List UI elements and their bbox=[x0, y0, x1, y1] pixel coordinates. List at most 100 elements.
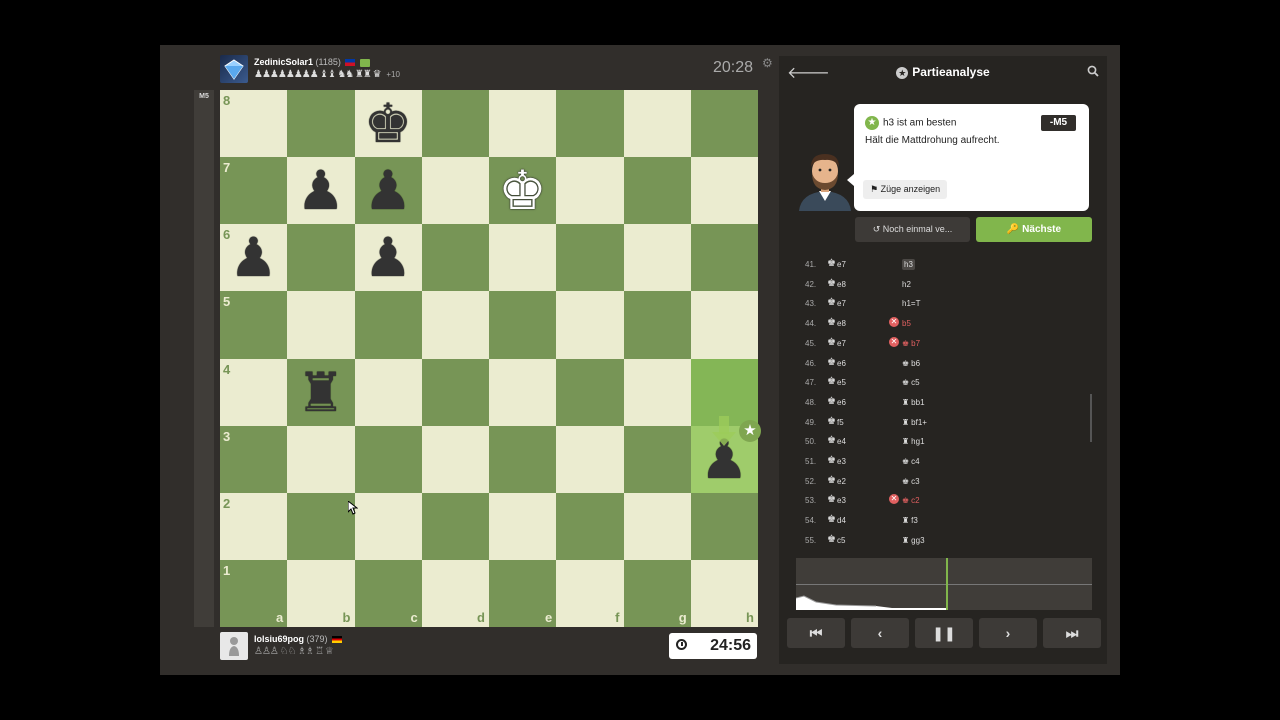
square-h8[interactable] bbox=[690, 90, 758, 158]
square-b7[interactable]: ♟ bbox=[287, 157, 355, 225]
square-d2[interactable] bbox=[421, 492, 489, 560]
square-h6[interactable] bbox=[690, 224, 758, 292]
black-pawn-b7-icon[interactable]: ♟ bbox=[287, 157, 354, 224]
square-c1[interactable]: c bbox=[354, 559, 422, 627]
first-move-button[interactable]: ⏮ bbox=[787, 618, 845, 648]
black-pawn-c7-icon[interactable]: ♟ bbox=[355, 157, 422, 224]
square-f3[interactable] bbox=[556, 425, 624, 493]
square-d8[interactable] bbox=[421, 90, 489, 158]
move-row[interactable]: 55. ♚ c5 ♜ gg3 bbox=[787, 530, 1092, 550]
black-pawn-a6-icon[interactable]: ♟ bbox=[220, 224, 287, 291]
move-row[interactable]: 52. ♚ e2 ♚ c3 bbox=[787, 471, 1092, 491]
square-d1[interactable]: d bbox=[421, 559, 489, 627]
square-c8[interactable]: ♚ bbox=[354, 90, 422, 158]
white-move[interactable]: e7 bbox=[837, 299, 846, 308]
move-row[interactable]: 41. ♚ e7 h3 bbox=[787, 254, 1092, 274]
square-g1[interactable]: g bbox=[623, 559, 691, 627]
square-a2[interactable]: 2 bbox=[220, 492, 288, 560]
white-move[interactable]: d4 bbox=[837, 516, 846, 525]
previous-move-button[interactable]: ‹ bbox=[851, 618, 909, 648]
square-a6[interactable]: 6 ♟ bbox=[220, 224, 288, 292]
square-b6[interactable] bbox=[287, 224, 355, 292]
white-move[interactable]: e5 bbox=[837, 378, 846, 387]
square-f1[interactable]: f bbox=[556, 559, 624, 627]
black-rook-b4-icon[interactable]: ♜ bbox=[287, 359, 354, 426]
black-move[interactable]: b5 bbox=[902, 319, 911, 328]
move-row[interactable]: 47. ♚ e5 ♚ c5 bbox=[787, 372, 1092, 392]
square-g4[interactable] bbox=[623, 358, 691, 426]
square-h2[interactable] bbox=[690, 492, 758, 560]
square-f4[interactable] bbox=[556, 358, 624, 426]
move-row[interactable]: 48. ♚ e6 ♜ bb1 bbox=[787, 392, 1092, 412]
square-a7[interactable]: 7 bbox=[220, 157, 288, 225]
black-move[interactable]: ♚ c2 bbox=[902, 496, 920, 505]
square-a3[interactable]: 3 bbox=[220, 425, 288, 493]
black-move[interactable]: ♚ c5 bbox=[902, 378, 920, 387]
last-move-button[interactable]: ⏭ bbox=[1043, 618, 1101, 648]
white-move[interactable]: f5 bbox=[837, 418, 844, 427]
square-f5[interactable] bbox=[556, 291, 624, 359]
square-f6[interactable] bbox=[556, 224, 624, 292]
next-move-button[interactable]: › bbox=[979, 618, 1037, 648]
white-move[interactable]: e4 bbox=[837, 437, 846, 446]
pause-button[interactable]: ❚❚ bbox=[915, 618, 973, 648]
move-list-scrollbar[interactable] bbox=[1090, 394, 1092, 442]
square-b3[interactable] bbox=[287, 425, 355, 493]
black-move[interactable]: ♜ bb1 bbox=[902, 398, 925, 407]
move-row[interactable]: 42. ♚ e8 h2 bbox=[787, 274, 1092, 294]
square-a4[interactable]: 4 bbox=[220, 358, 288, 426]
black-move[interactable]: ♜ hg1 bbox=[902, 437, 925, 446]
square-b8[interactable] bbox=[287, 90, 355, 158]
square-h3[interactable]: ♟ ★ bbox=[690, 415, 761, 493]
black-pawn-c6-icon[interactable]: ♟ bbox=[355, 224, 422, 291]
square-f8[interactable] bbox=[556, 90, 624, 158]
black-move[interactable]: ♚ c3 bbox=[902, 477, 920, 486]
square-g8[interactable] bbox=[623, 90, 691, 158]
show-moves-button[interactable]: ⚑ Züge anzeigen bbox=[863, 180, 948, 199]
square-c4[interactable] bbox=[354, 358, 422, 426]
square-d7[interactable] bbox=[421, 157, 489, 225]
white-move[interactable]: e3 bbox=[837, 496, 846, 505]
square-f7[interactable] bbox=[556, 157, 624, 225]
evaluation-graph[interactable] bbox=[796, 558, 1092, 610]
top-player-avatar[interactable] bbox=[220, 55, 248, 83]
white-king-icon[interactable]: ♚ bbox=[489, 157, 556, 224]
black-move[interactable]: ♚ b7 bbox=[902, 339, 920, 348]
square-e1[interactable]: e bbox=[489, 559, 557, 627]
move-row[interactable]: 53. ♚ e3 ✕ ♚ c2 bbox=[787, 490, 1092, 510]
black-move[interactable]: ♜ bf1+ bbox=[902, 418, 927, 427]
square-f2[interactable] bbox=[556, 492, 624, 560]
white-move[interactable]: e7 bbox=[837, 260, 846, 269]
square-b2[interactable] bbox=[287, 492, 355, 560]
square-e5[interactable] bbox=[489, 291, 557, 359]
move-row[interactable]: 44. ♚ e8 ✕ b5 bbox=[787, 313, 1092, 333]
square-a8[interactable]: 8 bbox=[220, 90, 288, 158]
square-e2[interactable] bbox=[489, 492, 557, 560]
square-h7[interactable] bbox=[690, 157, 758, 225]
square-a1[interactable]: 1a bbox=[220, 559, 288, 627]
search-icon[interactable] bbox=[1087, 64, 1099, 77]
move-row[interactable]: 43. ♚ e7 h1=T bbox=[787, 293, 1092, 313]
bottom-player-name[interactable]: lolsiu69pog bbox=[254, 634, 304, 644]
square-d3[interactable] bbox=[421, 425, 489, 493]
square-b4[interactable]: ♜ bbox=[287, 358, 355, 426]
white-move[interactable]: e3 bbox=[837, 457, 846, 466]
move-row[interactable]: 50. ♚ e4 ♜ hg1 bbox=[787, 431, 1092, 451]
square-b1[interactable]: b bbox=[287, 559, 355, 627]
move-row[interactable]: 45. ♚ e7 ✕ ♚ b7 bbox=[787, 333, 1092, 353]
square-g6[interactable] bbox=[623, 224, 691, 292]
gear-icon[interactable]: ⚙ bbox=[762, 56, 773, 70]
square-a5[interactable]: 5 bbox=[220, 291, 288, 359]
square-e6[interactable] bbox=[489, 224, 557, 292]
square-d5[interactable] bbox=[421, 291, 489, 359]
black-king-icon[interactable]: ♚ bbox=[355, 90, 422, 157]
square-e8[interactable] bbox=[489, 90, 557, 158]
move-row[interactable]: 46. ♚ e6 ♚ b6 bbox=[787, 353, 1092, 373]
square-e3[interactable] bbox=[489, 425, 557, 493]
square-d6[interactable] bbox=[421, 224, 489, 292]
white-move[interactable]: e8 bbox=[837, 280, 846, 289]
black-move[interactable]: ♜ gg3 bbox=[902, 536, 925, 545]
white-move[interactable]: c5 bbox=[837, 536, 845, 545]
black-move[interactable]: h2 bbox=[902, 280, 911, 289]
square-g3[interactable] bbox=[623, 425, 691, 493]
